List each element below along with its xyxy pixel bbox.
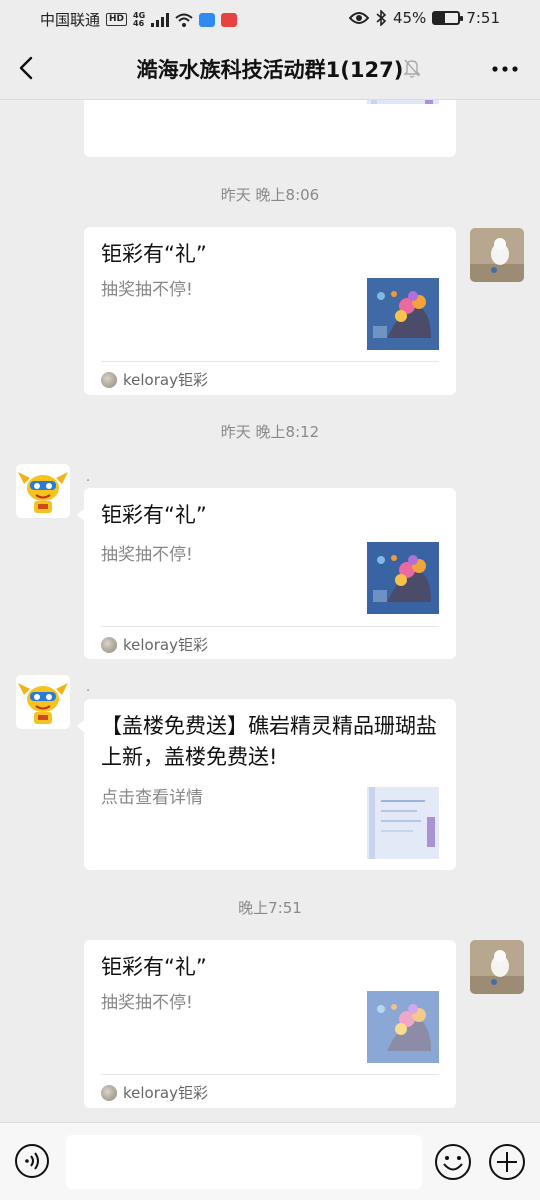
page-title: 澔海水族科技活动群1(127) — [136, 58, 404, 82]
bell-off-icon — [403, 59, 421, 78]
sender-name: . — [86, 680, 91, 695]
emoji-icon[interactable] — [434, 1143, 472, 1181]
timestamp: 晚上7:51 — [238, 899, 302, 917]
bluetooth-icon — [376, 10, 387, 26]
source-label: keloray钜彩 — [123, 636, 208, 654]
timestamp: 昨天 晚上8:12 — [220, 423, 320, 441]
more-dots-icon[interactable] — [492, 60, 518, 78]
wifi-icon — [175, 13, 193, 27]
thumbnail-image — [367, 542, 439, 614]
battery-fill — [434, 13, 446, 23]
thumbnail-image — [367, 787, 439, 859]
card-description: 点击查看详情 — [101, 788, 203, 808]
chat-area[interactable]: 昨天 晚上8:06 钜彩有“礼” 抽奖抽不停! keloray钜彩 昨天 晚上8… — [0, 100, 540, 1122]
voice-icon[interactable] — [14, 1143, 50, 1179]
eye-icon — [348, 12, 369, 24]
avatar[interactable] — [470, 940, 524, 994]
link-card[interactable]: 钜彩有“礼” 抽奖抽不停! keloray钜彩 — [77, 488, 456, 659]
hd-badge: HD — [106, 13, 128, 26]
carrier-label: 中国联通 — [40, 11, 101, 29]
battery-icon — [432, 11, 464, 25]
cloud-app-icon — [199, 12, 216, 27]
bubble-tail — [77, 508, 85, 522]
avatar[interactable] — [470, 228, 524, 282]
card-source: keloray钜彩 — [101, 1082, 208, 1103]
link-card[interactable]: 钜彩有“礼” 抽奖抽不停! keloray钜彩 — [84, 940, 456, 1108]
status-bar: 中国联通 HD 4G 46 45% 7:51 — [0, 0, 540, 36]
source-label: keloray钜彩 — [123, 1084, 208, 1102]
battery-percent: 45% — [392, 9, 427, 27]
thumbnail-image — [367, 991, 439, 1063]
card-title: 钜彩有“礼” — [101, 503, 207, 527]
sender-name: . — [86, 470, 91, 485]
link-card[interactable]: 【盖楼免费送】礁岩精灵精品珊瑚盐上新，盖楼免费送! 点击查看详情 — [77, 699, 456, 870]
card-description: 抽奖抽不停! — [101, 993, 193, 1013]
input-bar — [0, 1122, 540, 1200]
card-divider — [101, 361, 439, 362]
avatar[interactable] — [16, 675, 70, 729]
source-logo-icon — [101, 1084, 117, 1101]
thumbnail-image — [367, 100, 439, 104]
card-divider — [101, 626, 439, 627]
bubble-tail — [77, 719, 85, 733]
plus-icon[interactable] — [488, 1143, 526, 1181]
card-title: 钜彩有“礼” — [101, 955, 207, 979]
source-logo-icon — [101, 371, 117, 388]
timestamp: 昨天 晚上8:06 — [220, 186, 320, 204]
card-divider — [101, 1074, 439, 1075]
card-source: keloray钜彩 — [101, 634, 208, 655]
source-label: keloray钜彩 — [123, 371, 208, 389]
avatar[interactable] — [16, 464, 70, 518]
network-type: 4G 46 — [133, 11, 145, 28]
card-title: 钜彩有“礼” — [101, 242, 207, 266]
message-input[interactable] — [66, 1135, 422, 1189]
card-description: 抽奖抽不停! — [101, 280, 193, 300]
signal-icon — [151, 12, 170, 27]
clock: 7:51 — [466, 9, 500, 27]
card-source: keloray钜彩 — [101, 369, 208, 390]
card-description: 抽奖抽不停! — [101, 545, 193, 565]
status-right: 45% 7:51 — [348, 9, 500, 27]
thumbnail-image — [367, 278, 439, 350]
source-logo-icon — [101, 636, 117, 653]
status-left: 中国联通 HD 4G 46 — [40, 9, 238, 30]
title-bar: 澔海水族科技活动群1(127) — [0, 36, 540, 100]
card-title: 【盖楼免费送】礁岩精灵精品珊瑚盐上新，盖楼免费送! — [101, 714, 437, 769]
red-app-icon — [221, 12, 238, 27]
network-type-bottom: 46 — [133, 18, 145, 28]
link-card[interactable]: 钜彩有“礼” 抽奖抽不停! keloray钜彩 — [84, 227, 456, 395]
message-card-partial[interactable] — [84, 100, 456, 157]
